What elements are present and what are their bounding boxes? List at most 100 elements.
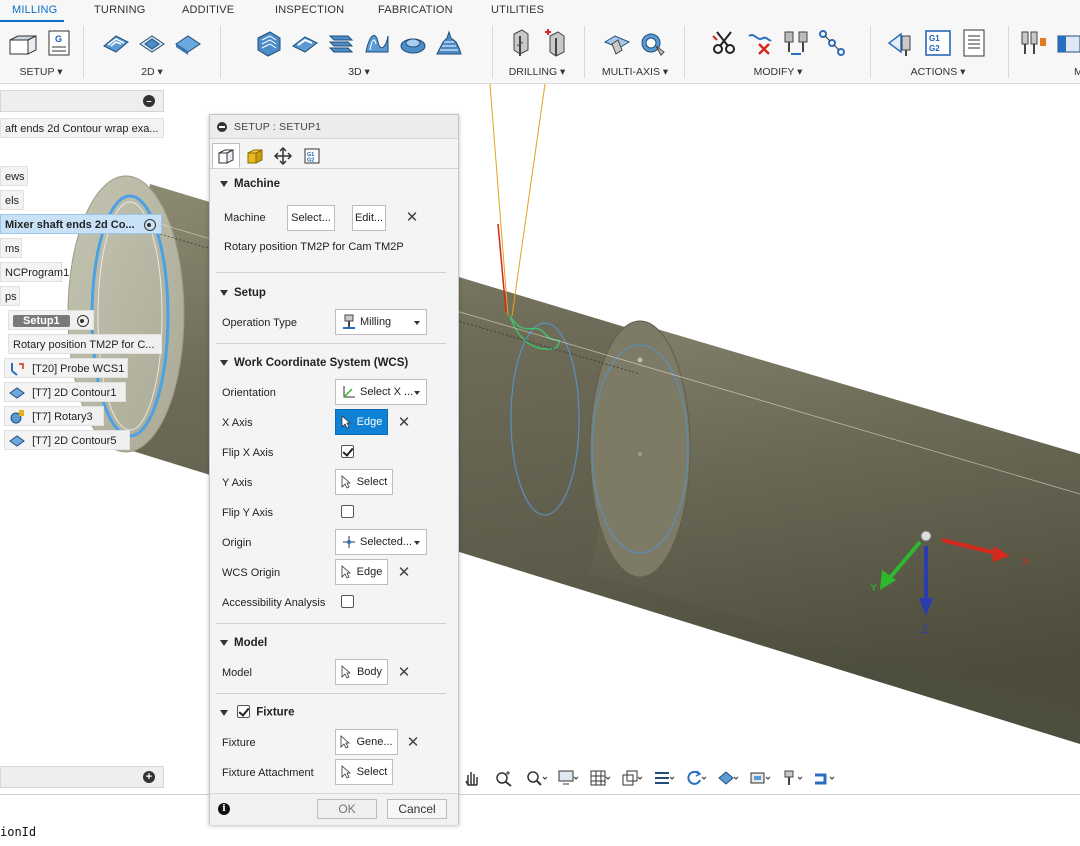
tree-2d-contour1[interactable]: [T7] 2D Contour1	[4, 382, 126, 402]
clear-fixture-icon[interactable]: ✕	[406, 735, 420, 750]
tree-2d-contour5[interactable]: [T7] 2D Contour5	[4, 430, 130, 450]
zoom-icon[interactable]	[522, 767, 550, 789]
model-section-header[interactable]: Model	[220, 637, 267, 649]
flip-y-checkbox[interactable]	[341, 505, 354, 518]
tree-model-body[interactable]: Mixer shaft ends 2d Co...	[0, 214, 162, 234]
collapse-icon[interactable]: –	[143, 95, 155, 107]
stock-display-icon[interactable]	[746, 767, 774, 789]
clear-wcs-origin-icon[interactable]: ✕	[397, 565, 411, 580]
adaptive-clearing-icon[interactable]	[253, 26, 285, 60]
tool-library-icon[interactable]	[1018, 26, 1048, 60]
cut-icon[interactable]	[708, 26, 740, 60]
tree-setup1[interactable]: Setup1	[8, 310, 94, 330]
flip-x-checkbox[interactable]	[341, 445, 354, 458]
cancel-button[interactable]: Cancel	[387, 799, 447, 819]
display-settings-icon[interactable]	[554, 767, 582, 789]
simulate-icon[interactable]	[886, 26, 918, 60]
nc-program-icon[interactable]: G	[43, 26, 75, 60]
refresh-icon[interactable]	[682, 767, 710, 789]
collapse-dialog-icon[interactable]	[217, 122, 227, 132]
setup-section-header[interactable]: Setup	[220, 287, 266, 299]
zoom-window-icon[interactable]	[490, 767, 518, 789]
machine-section-header[interactable]: Machine	[220, 178, 280, 190]
ok-button[interactable]: OK	[317, 799, 377, 819]
clear-x-axis-icon[interactable]: ✕	[397, 415, 411, 430]
section-icon[interactable]	[650, 767, 678, 789]
facing-icon[interactable]	[136, 26, 168, 60]
delete-toolpath-icon[interactable]	[744, 26, 776, 60]
tree-rotary-position[interactable]: Rotary position TM2P for C...	[8, 334, 162, 354]
info-icon[interactable]: i	[218, 803, 230, 815]
accessibility-analysis-checkbox[interactable]	[341, 595, 354, 608]
tree-named-views[interactable]: ews	[0, 166, 28, 186]
new-setup-icon[interactable]	[7, 26, 39, 60]
view-cube-icon[interactable]	[618, 767, 646, 789]
operation-type-select[interactable]: Milling	[335, 309, 427, 335]
post-process-tab-icon[interactable]	[269, 143, 297, 168]
tree-probe-wcs1[interactable]: [T20] Probe WCS1	[4, 358, 128, 378]
multiaxis-contour-icon[interactable]	[637, 26, 669, 60]
setup-tab-icon[interactable]	[212, 143, 240, 168]
tab-milling[interactable]: MILLING	[12, 4, 57, 16]
group-actions-label[interactable]: ACTIONS ▾	[876, 66, 1000, 78]
tree-rotary3[interactable]: [T7] Rotary3	[4, 406, 104, 426]
group-2d-label[interactable]: 2D ▾	[88, 66, 216, 78]
orientation-select[interactable]: Select X ...	[335, 379, 427, 405]
group-multiaxis-label[interactable]: MULTI-AXIS ▾	[590, 66, 680, 78]
y-axis-selection-button[interactable]: Select	[335, 469, 393, 495]
scallop-icon[interactable]	[397, 26, 429, 60]
origin-select[interactable]: Selected...	[335, 529, 427, 555]
pocket-clearing-icon[interactable]	[289, 26, 321, 60]
tree-setups[interactable]: ps	[0, 286, 20, 306]
2d-pocket-icon[interactable]	[100, 26, 132, 60]
wcs-origin-point[interactable]	[920, 530, 932, 542]
tab-utilities[interactable]: UTILITIES	[491, 4, 544, 16]
material-icon[interactable]	[714, 767, 742, 789]
tool-display-icon[interactable]	[778, 767, 806, 789]
fixture-section-header[interactable]: Fixture	[220, 705, 295, 719]
nc-tab-icon[interactable]: G1 G2	[298, 143, 326, 168]
fixture-enable-checkbox[interactable]	[237, 705, 251, 718]
pattern-icon[interactable]	[816, 26, 848, 60]
tab-inspection[interactable]: INSPECTION	[275, 4, 344, 16]
setup-sheet-icon[interactable]	[958, 26, 990, 60]
parallel-icon[interactable]	[361, 26, 393, 60]
tab-fabrication[interactable]: FABRICATION	[378, 4, 453, 16]
wcs-section-header[interactable]: Work Coordinate System (WCS)	[220, 357, 408, 369]
machine-edit-button[interactable]: Edit...	[352, 205, 386, 231]
tree-models[interactable]: els	[0, 190, 24, 210]
stock-tab-icon[interactable]	[241, 143, 269, 168]
group-setup-label[interactable]: SETUP ▾	[0, 66, 82, 78]
tree-document-root[interactable]: aft ends 2d Contour wrap exa...	[0, 118, 164, 138]
drill-icon[interactable]	[503, 26, 535, 60]
x-axis-selection-button[interactable]: Edge	[335, 409, 388, 435]
tab-turning[interactable]: TURNING	[94, 4, 146, 16]
fixture-selection-button[interactable]: Gene...	[335, 729, 398, 755]
swarf-icon[interactable]	[601, 26, 633, 60]
group-manage-label[interactable]: M	[1074, 66, 1080, 78]
visibility-icon[interactable]	[76, 315, 89, 328]
visibility-icon[interactable]	[143, 219, 156, 232]
toolpath-display-icon[interactable]	[810, 767, 838, 789]
tree-programs[interactable]: ms	[0, 238, 22, 258]
orbit-pan-icon[interactable]	[458, 767, 486, 789]
group-3d-label[interactable]: 3D ▾	[226, 66, 492, 78]
dialog-titlebar[interactable]: SETUP : SETUP1	[210, 115, 458, 139]
grid-icon[interactable]	[586, 767, 614, 789]
post-process-icon[interactable]: G1 G2	[922, 26, 954, 60]
clear-model-icon[interactable]: ✕	[397, 665, 411, 680]
template-icon[interactable]	[1052, 26, 1080, 60]
machine-select-button[interactable]: Select...	[287, 205, 335, 231]
fixture-attachment-button[interactable]: Select	[335, 759, 393, 785]
2d-contour-icon[interactable]	[172, 26, 204, 60]
tree-ncprogram1[interactable]: NCProgram1	[0, 262, 69, 282]
compare-tools-icon[interactable]	[780, 26, 812, 60]
contour-3d-icon[interactable]	[433, 26, 465, 60]
tab-additive[interactable]: ADDITIVE	[182, 4, 234, 16]
group-drilling-label[interactable]: DRILLING ▾	[496, 66, 578, 78]
steep-shallow-icon[interactable]	[325, 26, 357, 60]
expand-comments-button[interactable]: +	[143, 771, 155, 783]
group-modify-label[interactable]: MODIFY ▾	[690, 66, 866, 78]
clear-machine-icon[interactable]: ✕	[405, 210, 419, 225]
wcs-origin-selection-button[interactable]: Edge	[335, 559, 388, 585]
